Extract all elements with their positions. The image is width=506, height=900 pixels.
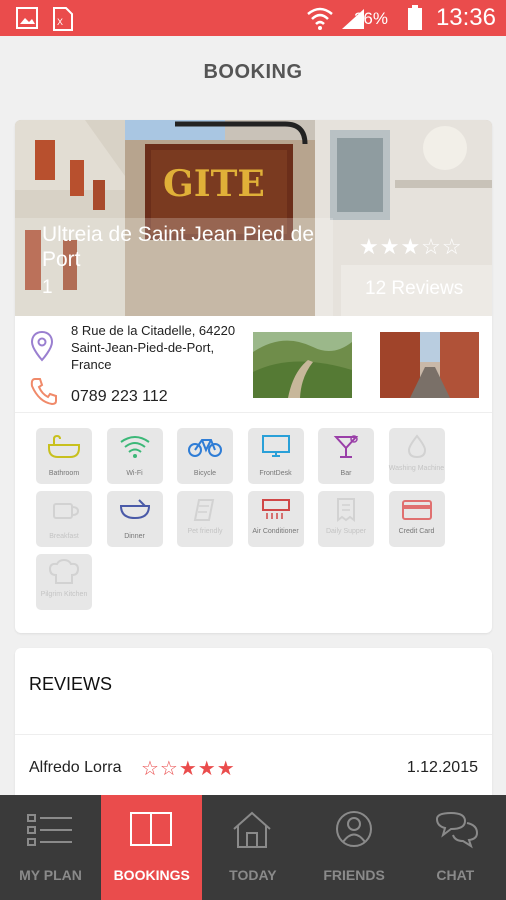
contact-section: 8 Rue de la Citadelle, 64220 Saint-Jean-… [15,316,492,413]
amenity-label: Bicycle [193,470,217,477]
reviews-card: REVIEWS Alfredo Lorra ☆☆★★★ 1.12.2015 [15,648,492,808]
status-bar: X 26% 13:36 [0,0,506,36]
amenity-air-conditioner[interactable]: Air Conditioner [247,491,304,547]
amenity-breakfast[interactable]: Breakfast [36,491,92,547]
nav-label: CHAT [436,867,475,883]
amenity-dinner[interactable]: Dinner [106,491,163,547]
sheet-icon: X [53,7,73,31]
amenity-label: Bathroom [48,470,80,477]
hotel-index: 1 [42,277,53,298]
chat-bubble-icon [435,811,478,849]
amenity-bar[interactable]: Bar [318,428,374,484]
receipt-icon [337,498,355,522]
book-icon [130,812,173,846]
amenity-wi-fi[interactable]: Wi-Fi [106,428,163,484]
amenity-daily-supper[interactable]: Daily Supper [318,491,374,547]
amenity-bathroom[interactable]: Bathroom [36,428,92,484]
drop-icon [407,434,426,459]
amenity-label: Air Conditioner [252,528,299,535]
nav-label: BOOKINGS [113,867,190,883]
reviews-title: REVIEWS [29,674,113,694]
phone-icon[interactable] [29,376,59,406]
nav-bookings[interactable]: BOOKINGS [101,795,203,900]
photo-thumbnail-2[interactable] [380,332,479,398]
amenity-label: Dinner [124,533,145,540]
nav-my-plan[interactable]: MY PLAN [0,795,101,900]
amenity-label: Breakfast [49,533,79,540]
amenity-washing-machine[interactable]: Washing Machine [388,428,445,484]
list-icon [27,814,72,846]
amenity-label: Washing Machine [388,465,445,472]
chef-hat-icon [48,559,80,584]
reviews-count-link[interactable]: 12 Reviews [365,278,463,300]
person-icon [335,811,372,847]
review-stars: ☆☆★★★ [141,758,236,780]
nav-today[interactable]: TODAY [202,795,303,900]
amenity-pilgrim-kitchen[interactable]: Pilgrim Kitchen [36,554,92,610]
wifi-icon [119,436,150,458]
bottom-nav: MY PLAN BOOKINGS TODAY FRIENDS CHAT [0,795,506,900]
sign-text: GITE [163,163,265,205]
nav-friends[interactable]: FRIENDS [304,795,405,900]
nav-label: FRIENDS [323,867,385,883]
battery-percent: 26% [353,9,388,28]
amenity-label: Pet friendly [187,528,223,535]
bathtub-icon [48,434,80,458]
rating-stars: ★★★☆☆ [359,234,463,259]
page-title: BOOKING [203,61,303,83]
amenity-frontdesk[interactable]: FrontDesk [247,428,304,484]
cocktail-icon [333,435,359,458]
amenity-label: Credit Card [398,528,435,535]
wifi-signal-icon [307,7,333,30]
header: BOOKING [0,36,506,108]
amenities-grid: Bathroom Wi-Fi Bicycle FrontDesk Bar Washing … [15,412,492,633]
amenity-label: Wi-Fi [126,470,143,477]
amenity-label: Bar [340,470,352,477]
amenity-pet-friendly[interactable]: Pet friendly [177,491,233,547]
hotel-name: Ultreia de Saint Jean Pied de Port [42,223,315,271]
clock: 13:36 [435,4,496,31]
hotel-phone[interactable]: 0789 223 112 [71,388,168,406]
nav-label: MY PLAN [19,867,82,883]
amenity-label: FrontDesk [259,470,292,477]
amenity-label: Pilgrim Kitchen [40,591,88,598]
review-date: 1.12.2015 [406,759,478,776]
battery-icon [408,5,422,30]
gallery-icon [16,7,38,29]
svg-text:X: X [57,17,63,27]
hotel-address: 8 Rue de la Citadelle, 64220 Saint-Jean-… [71,323,236,372]
booking-card: GITE Ultreia de Saint Jean Pied de Port … [15,120,492,633]
amenity-credit-card[interactable]: Credit Card [388,491,445,547]
creditcard-icon [401,500,432,520]
pet-icon [193,499,215,521]
monitor-icon [261,435,290,457]
photo-thumbnail-1[interactable] [253,332,352,398]
bowl-icon [119,499,150,520]
reviewer-name: Alfredo Lorra [29,759,122,776]
amenity-bicycle[interactable]: Bicycle [177,428,233,484]
location-pin-icon [30,330,54,362]
amenity-label: Daily Supper [325,528,367,535]
home-icon [233,811,272,848]
cup-icon [53,503,80,519]
nav-label: TODAY [229,867,277,883]
aircon-icon [261,499,290,519]
bicycle-icon [188,439,222,457]
hotel-hero-image[interactable]: GITE Ultreia de Saint Jean Pied de Port … [15,120,492,316]
nav-chat[interactable]: CHAT [405,795,506,900]
